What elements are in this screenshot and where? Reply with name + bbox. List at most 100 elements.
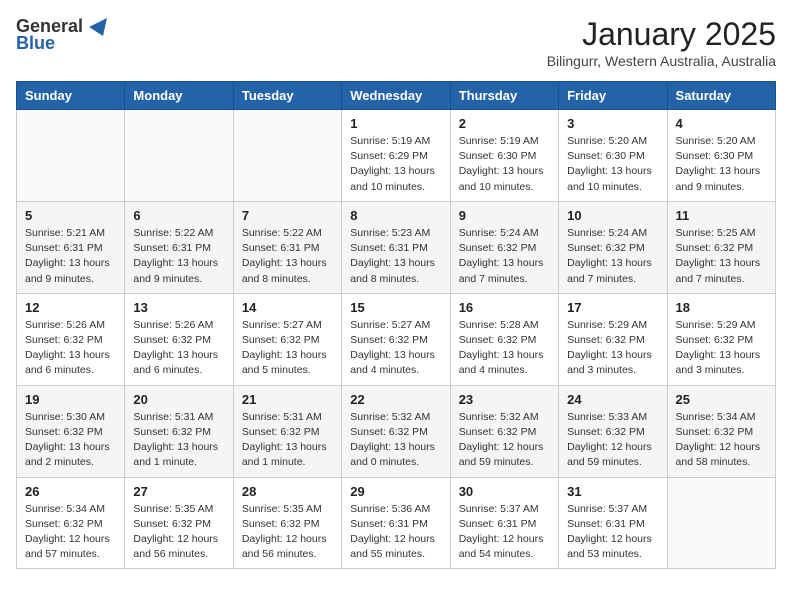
- calendar-day-cell: 20 Sunrise: 5:31 AM Sunset: 6:32 PM Dayli…: [125, 385, 233, 477]
- day-info: Sunrise: 5:21 AM Sunset: 6:31 PM Dayligh…: [25, 226, 116, 287]
- calendar-weekday-header: Wednesday: [342, 82, 450, 110]
- day-number: 28: [242, 484, 333, 499]
- calendar-day-cell: 8 Sunrise: 5:23 AM Sunset: 6:31 PM Daylig…: [342, 201, 450, 293]
- day-number: 15: [350, 300, 441, 315]
- day-number: 24: [567, 392, 658, 407]
- calendar-day-cell: 9Sunrise: 5:24 AM Sunset: 6:32 PM Daylig…: [450, 201, 558, 293]
- day-number: 20: [133, 392, 224, 407]
- calendar-day-cell: 23Sunrise: 5:32 AM Sunset: 6:32 PM Dayli…: [450, 385, 558, 477]
- day-info: Sunrise: 5:31 AM Sunset: 6:32 PM Dayligh…: [133, 410, 224, 471]
- calendar-day-cell: 15 Sunrise: 5:27 AM Sunset: 6:32 PM Dayli…: [342, 293, 450, 385]
- logo: General Blue: [16, 16, 107, 54]
- day-number: 14: [242, 300, 333, 315]
- calendar-day-cell: 3Sunrise: 5:20 AM Sunset: 6:30 PM Daylig…: [559, 110, 667, 202]
- calendar-day-cell: 2 Sunrise: 5:19 AM Sunset: 6:30 PM Daylig…: [450, 110, 558, 202]
- calendar-day-cell: 28 Sunrise: 5:35 AM Sunset: 6:32 PM Dayli…: [233, 477, 341, 569]
- day-number: 27: [133, 484, 224, 499]
- day-number: 16: [459, 300, 550, 315]
- calendar-day-cell: 6 Sunrise: 5:22 AM Sunset: 6:31 PM Daylig…: [125, 201, 233, 293]
- calendar-weekday-header: Thursday: [450, 82, 558, 110]
- day-info: Sunrise: 5:20 AM Sunset: 6:30 PM Dayligh…: [676, 134, 767, 195]
- day-info: Sunrise: 5:36 AM Sunset: 6:31 PM Dayligh…: [350, 502, 441, 563]
- day-number: 31: [567, 484, 658, 499]
- calendar-week-row: 26 Sunrise: 5:34 AM Sunset: 6:32 PM Dayli…: [17, 477, 776, 569]
- day-number: 3: [567, 116, 658, 131]
- day-number: 25: [676, 392, 767, 407]
- calendar-day-cell: 14Sunrise: 5:27 AM Sunset: 6:32 PM Dayli…: [233, 293, 341, 385]
- calendar-week-row: 12 Sunrise: 5:26 AM Sunset: 6:32 PM Dayli…: [17, 293, 776, 385]
- calendar-day-cell: 22 Sunrise: 5:32 AM Sunset: 6:32 PM Dayli…: [342, 385, 450, 477]
- day-info: Sunrise: 5:19 AM Sunset: 6:29 PM Dayligh…: [350, 134, 441, 195]
- logo-blue-text: Blue: [16, 33, 55, 54]
- day-info: Sunrise: 5:26 AM Sunset: 6:32 PM Dayligh…: [25, 318, 116, 379]
- day-info: Sunrise: 5:19 AM Sunset: 6:30 PM Dayligh…: [459, 134, 550, 195]
- day-number: 9: [459, 208, 550, 223]
- day-number: 29: [350, 484, 441, 499]
- calendar-weekday-header: Tuesday: [233, 82, 341, 110]
- day-info: Sunrise: 5:33 AM Sunset: 6:32 PM Dayligh…: [567, 410, 658, 471]
- day-number: 22: [350, 392, 441, 407]
- calendar-week-row: 19 Sunrise: 5:30 AM Sunset: 6:32 PM Dayli…: [17, 385, 776, 477]
- day-info: Sunrise: 5:30 AM Sunset: 6:32 PM Dayligh…: [25, 410, 116, 471]
- calendar-day-cell: 31 Sunrise: 5:37 AM Sunset: 6:31 PM Dayli…: [559, 477, 667, 569]
- calendar-day-cell: 12 Sunrise: 5:26 AM Sunset: 6:32 PM Dayli…: [17, 293, 125, 385]
- day-info: Sunrise: 5:27 AM Sunset: 6:32 PM Dayligh…: [350, 318, 441, 379]
- day-number: 8: [350, 208, 441, 223]
- day-number: 26: [25, 484, 116, 499]
- calendar-weekday-header: Sunday: [17, 82, 125, 110]
- day-number: 6: [133, 208, 224, 223]
- calendar-week-row: 5Sunrise: 5:21 AM Sunset: 6:31 PM Daylig…: [17, 201, 776, 293]
- day-info: Sunrise: 5:24 AM Sunset: 6:32 PM Dayligh…: [567, 226, 658, 287]
- day-info: Sunrise: 5:35 AM Sunset: 6:32 PM Dayligh…: [242, 502, 333, 563]
- day-number: 2: [459, 116, 550, 131]
- day-info: Sunrise: 5:29 AM Sunset: 6:32 PM Dayligh…: [567, 318, 658, 379]
- calendar-day-cell: 26 Sunrise: 5:34 AM Sunset: 6:32 PM Dayli…: [17, 477, 125, 569]
- calendar-day-cell: [667, 477, 775, 569]
- calendar-day-cell: 18 Sunrise: 5:29 AM Sunset: 6:32 PM Dayli…: [667, 293, 775, 385]
- calendar-weekday-header: Friday: [559, 82, 667, 110]
- day-info: Sunrise: 5:22 AM Sunset: 6:31 PM Dayligh…: [133, 226, 224, 287]
- calendar-day-cell: 21Sunrise: 5:31 AM Sunset: 6:32 PM Dayli…: [233, 385, 341, 477]
- calendar-header-row: SundayMondayTuesdayWednesdayThursdayFrid…: [17, 82, 776, 110]
- calendar-day-cell: 13 Sunrise: 5:26 AM Sunset: 6:32 PM Dayli…: [125, 293, 233, 385]
- day-info: Sunrise: 5:25 AM Sunset: 6:32 PM Dayligh…: [676, 226, 767, 287]
- calendar-day-cell: 19 Sunrise: 5:30 AM Sunset: 6:32 PM Dayli…: [17, 385, 125, 477]
- calendar-day-cell: [17, 110, 125, 202]
- day-number: 7: [242, 208, 333, 223]
- day-info: Sunrise: 5:28 AM Sunset: 6:32 PM Dayligh…: [459, 318, 550, 379]
- day-info: Sunrise: 5:34 AM Sunset: 6:32 PM Dayligh…: [25, 502, 116, 563]
- day-number: 19: [25, 392, 116, 407]
- day-number: 13: [133, 300, 224, 315]
- title-block: January 2025 Bilingurr, Western Australi…: [547, 16, 776, 69]
- calendar-day-cell: 11Sunrise: 5:25 AM Sunset: 6:32 PM Dayli…: [667, 201, 775, 293]
- month-title: January 2025: [547, 16, 776, 53]
- day-info: Sunrise: 5:34 AM Sunset: 6:32 PM Dayligh…: [676, 410, 767, 471]
- page-header: General Blue January 2025 Bilingurr, Wes…: [16, 16, 776, 69]
- day-number: 1: [350, 116, 441, 131]
- day-number: 4: [676, 116, 767, 131]
- day-number: 30: [459, 484, 550, 499]
- day-number: 23: [459, 392, 550, 407]
- calendar-day-cell: [125, 110, 233, 202]
- day-info: Sunrise: 5:31 AM Sunset: 6:32 PM Dayligh…: [242, 410, 333, 471]
- day-info: Sunrise: 5:37 AM Sunset: 6:31 PM Dayligh…: [459, 502, 550, 563]
- day-info: Sunrise: 5:35 AM Sunset: 6:32 PM Dayligh…: [133, 502, 224, 563]
- logo-wing-icon: [85, 18, 107, 36]
- calendar-day-cell: 24 Sunrise: 5:33 AM Sunset: 6:32 PM Dayli…: [559, 385, 667, 477]
- calendar-day-cell: 30 Sunrise: 5:37 AM Sunset: 6:31 PM Dayli…: [450, 477, 558, 569]
- day-number: 10: [567, 208, 658, 223]
- day-info: Sunrise: 5:23 AM Sunset: 6:31 PM Dayligh…: [350, 226, 441, 287]
- day-info: Sunrise: 5:29 AM Sunset: 6:32 PM Dayligh…: [676, 318, 767, 379]
- calendar-day-cell: 7Sunrise: 5:22 AM Sunset: 6:31 PM Daylig…: [233, 201, 341, 293]
- location-title: Bilingurr, Western Australia, Australia: [547, 53, 776, 69]
- day-info: Sunrise: 5:26 AM Sunset: 6:32 PM Dayligh…: [133, 318, 224, 379]
- calendar-week-row: 1 Sunrise: 5:19 AM Sunset: 6:29 PM Daylig…: [17, 110, 776, 202]
- day-number: 12: [25, 300, 116, 315]
- calendar-table: SundayMondayTuesdayWednesdayThursdayFrid…: [16, 81, 776, 569]
- day-number: 18: [676, 300, 767, 315]
- calendar-day-cell: 25 Sunrise: 5:34 AM Sunset: 6:32 PM Dayli…: [667, 385, 775, 477]
- calendar-day-cell: 16 Sunrise: 5:28 AM Sunset: 6:32 PM Dayli…: [450, 293, 558, 385]
- day-info: Sunrise: 5:32 AM Sunset: 6:32 PM Dayligh…: [350, 410, 441, 471]
- day-info: Sunrise: 5:37 AM Sunset: 6:31 PM Dayligh…: [567, 502, 658, 563]
- calendar-day-cell: 1 Sunrise: 5:19 AM Sunset: 6:29 PM Daylig…: [342, 110, 450, 202]
